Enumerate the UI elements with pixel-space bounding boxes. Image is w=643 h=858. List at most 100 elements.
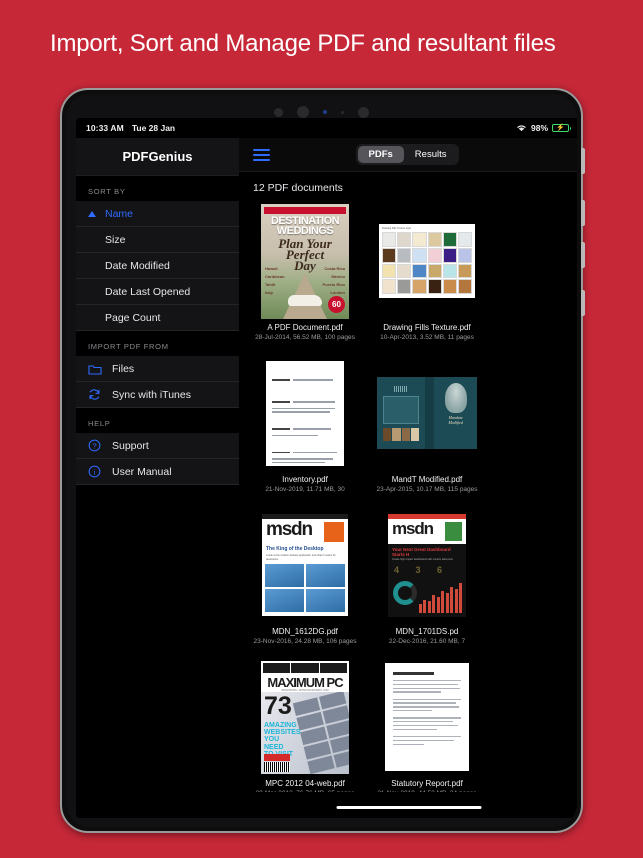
sidebar-item-name[interactable]: Name [76, 201, 239, 227]
status-bar-indicators: 98% ⚡ [516, 123, 571, 133]
document-count-label: 12 PDF documents [253, 182, 343, 194]
sidebar-item-label: Date Last Opened [105, 285, 191, 298]
sidebar-item-sync-with-itunes[interactable]: Sync with iTunes [76, 382, 239, 408]
document-meta: 23-Nov-2016, 24.28 MB, 106 pages [253, 638, 357, 645]
sync-icon [88, 388, 105, 401]
document-title: Statutory Report.pdf [391, 779, 463, 788]
document-thumbnail[interactable]: Mandate Modified [375, 354, 479, 472]
home-indicator[interactable] [336, 806, 482, 809]
destination-weddings-cover-art: DESTINATION WEDDINGS Plan Your Perfect Day … [261, 203, 349, 319]
sidebar-section-heading-import: IMPORT PDF FROM [76, 331, 239, 356]
device-side-button[interactable] [581, 200, 585, 226]
document-thumbnail[interactable]: Drawing Fills Texture style [375, 202, 479, 320]
sidebar-item-label: User Manual [112, 465, 172, 478]
sidebar-item-label: Support [112, 439, 149, 452]
sidebar-item-label: Name [105, 207, 134, 220]
document-meta: 21-Nov-2019, 11.71 MB, 30 [265, 486, 345, 493]
sidebar-item-date-last-opened[interactable]: Date Last Opened [76, 279, 239, 305]
svg-text:i: i [93, 467, 95, 476]
document-card[interactable]: Mandate Modified MandT Modified.pdf 23-Ap… [375, 354, 479, 493]
svg-text:?: ? [92, 441, 96, 450]
tab-pdfs[interactable]: PDFs [357, 146, 404, 163]
sidebar-empty-space [76, 485, 239, 818]
sidebar-item-label: Files [112, 362, 135, 375]
document-thumbnail[interactable] [253, 354, 357, 472]
document-title: MDN_1612DG.pdf [272, 627, 338, 636]
tab-results[interactable]: Results [404, 146, 458, 163]
sidebar: PDFGenius SORT BY Name Size Date Modifie… [76, 138, 239, 818]
battery-charging-icon: ⚡ [552, 123, 571, 133]
indicator-led-icon [323, 110, 327, 114]
document-card[interactable]: Statutory Report.pdf 21-Nov-2019, 44.52 … [375, 658, 479, 792]
device-screen: 10:33 AM Tue 28 Jan 98% ⚡ PDFGenius SORT… [76, 118, 577, 818]
document-card[interactable]: DESTINATION WEDDINGS Plan Your Perfect Day … [253, 202, 357, 341]
document-meta: 22-Dec-2016, 21.60 MB, 7 [388, 638, 466, 645]
device-side-button[interactable] [581, 148, 585, 174]
sidebar-item-size[interactable]: Size [76, 227, 239, 253]
document-card[interactable]: MAXIMUM PC MINIMUM BS • WWW.MAXIMUMPC.CO… [253, 658, 357, 792]
sidebar-item-files[interactable]: Files [76, 356, 239, 382]
document-card[interactable]: msdn Your Next Great Dashboard Starts H … [375, 506, 479, 645]
status-bar-time: 10:33 AM [86, 123, 124, 133]
camera-lens-icon [297, 106, 309, 118]
sidebar-item-label: Page Count [105, 311, 161, 324]
sensor-dot-icon [274, 107, 283, 117]
document-thumbnail[interactable]: MAXIMUM PC MINIMUM BS • WWW.MAXIMUMPC.CO… [253, 658, 357, 776]
msdn-dashboard-cover-art: msdn Your Next Great Dashboard Starts H … [388, 513, 466, 617]
home-indicator-area [239, 792, 577, 818]
document-thumbnail[interactable]: DESTINATION WEDDINGS Plan Your Perfect Day … [253, 202, 357, 320]
sensor-dot-icon [341, 110, 344, 114]
document-card[interactable]: Drawing Fills Texture style Drawing Fill… [375, 202, 479, 341]
sidebar-item-label: Date Modified [105, 259, 170, 272]
page-headline: Import, Sort and Manage PDF and resultan… [50, 30, 556, 57]
sidebar-item-support[interactable]: ? Support [76, 433, 239, 459]
sidebar-item-user-manual[interactable]: i User Manual [76, 459, 239, 485]
document-grid-scroll[interactable]: DESTINATION WEDDINGS Plan Your Perfect Day … [239, 202, 577, 792]
document-title: MandT Modified.pdf [391, 475, 463, 484]
tablet-device-frame: 10:33 AM Tue 28 Jan 98% ⚡ PDFGenius SORT… [60, 88, 585, 833]
battery-percentage: 98% [530, 123, 548, 133]
document-thumbnail[interactable]: msdn The King of the Desktop A look at t… [253, 506, 357, 624]
document-card[interactable]: Inventory.pdf 21-Nov-2019, 11.71 MB, 30 [253, 354, 357, 493]
question-circle-icon: ? [88, 439, 105, 452]
document-meta: 23-Apr-2015, 10.17 MB, 115 pages [376, 486, 478, 493]
hamburger-menu-icon[interactable] [253, 148, 270, 161]
sidebar-section-heading-help: HELP [76, 408, 239, 433]
sort-ascending-icon [88, 210, 96, 217]
app-title: PDFGenius [76, 138, 239, 176]
device-side-button[interactable] [581, 242, 585, 268]
main-content: PDFs Results 12 PDF documents DESTINATIO… [239, 138, 577, 818]
camera-lens-icon [358, 106, 369, 118]
statutory-report-art [385, 663, 469, 771]
maximum-pc-cover-art: MAXIMUM PC MINIMUM BS • WWW.MAXIMUMPC.CO… [261, 660, 349, 774]
document-title: MDN_1701DS.pd [395, 627, 459, 636]
status-bar-date: Tue 28 Jan [131, 123, 176, 133]
device-inner-bezel: 10:33 AM Tue 28 Jan 98% ⚡ PDFGenius SORT… [66, 94, 577, 827]
sidebar-section-heading-sort-by: SORT BY [76, 176, 239, 201]
sidebar-item-date-modified[interactable]: Date Modified [76, 253, 239, 279]
document-title: A PDF Document.pdf [267, 323, 343, 332]
sidebar-item-label: Size [105, 233, 126, 246]
document-title: Inventory.pdf [282, 475, 328, 484]
msdn-magazine-cover-art: msdn The King of the Desktop A look at t… [262, 514, 348, 616]
document-meta: 10-Apr-2013, 3.52 MB, 11 pages [380, 334, 474, 341]
status-bar: 10:33 AM Tue 28 Jan 98% ⚡ [76, 118, 577, 138]
main-toolbar: PDFs Results [239, 138, 577, 172]
document-title: MPC 2012 04-web.pdf [265, 779, 345, 788]
texture-swatch-grid-art: Drawing Fills Texture style [379, 224, 475, 298]
folder-icon [88, 363, 105, 375]
sidebar-item-label: Sync with iTunes [112, 388, 191, 401]
wifi-icon [517, 125, 526, 132]
teal-book-cover-art: Mandate Modified [377, 377, 477, 449]
device-side-button[interactable] [581, 290, 585, 316]
inventory-document-art [266, 360, 344, 466]
document-meta: 28-Jul-2014, 56.52 MB, 100 pages [255, 334, 355, 341]
document-thumbnail[interactable] [375, 658, 479, 776]
sidebar-item-page-count[interactable]: Page Count [76, 305, 239, 331]
document-thumbnail[interactable]: msdn Your Next Great Dashboard Starts H … [375, 506, 479, 624]
info-circle-icon: i [88, 465, 105, 478]
document-card[interactable]: msdn The King of the Desktop A look at t… [253, 506, 357, 645]
document-grid: DESTINATION WEDDINGS Plan Your Perfect Day … [253, 202, 577, 792]
document-title: Drawing Fills Texture.pdf [383, 323, 471, 332]
view-segmented-control[interactable]: PDFs Results [355, 144, 460, 165]
